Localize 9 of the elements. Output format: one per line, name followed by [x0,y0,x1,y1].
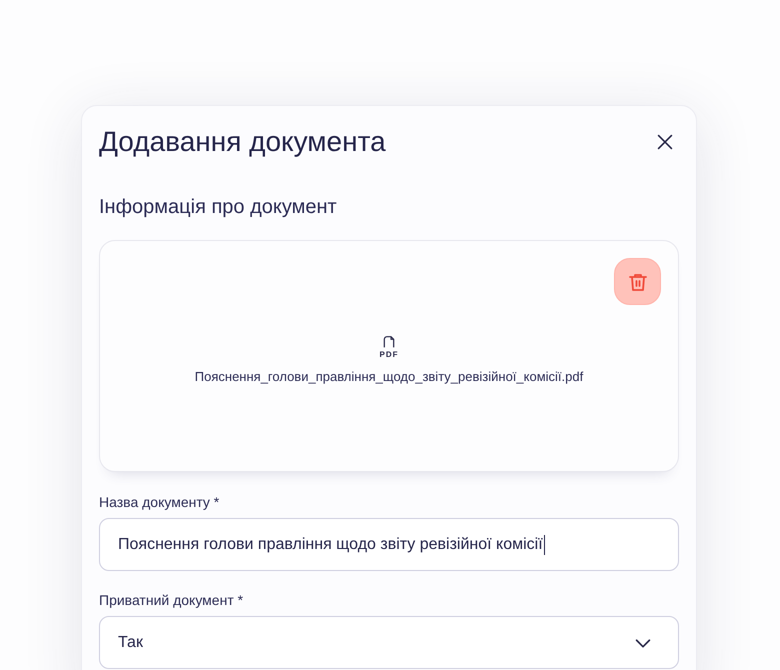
file-name: Пояснення_голови_правління_щодо_звіту_ревізійної_комісії.pdf [194,369,584,384]
dialog-title: Додавання документа [99,126,386,158]
select-value: Так [118,634,143,652]
select-field[interactable]: Так [99,616,679,669]
section-heading: Інформація про документ [99,196,338,219]
input-field[interactable]: Пояснення голови правління щодо звіту ревізійної комісії [99,518,679,571]
field-label: Приватний документ * [99,592,244,608]
delete-button[interactable] [614,258,661,305]
field-label: Назва документу * [99,494,220,510]
